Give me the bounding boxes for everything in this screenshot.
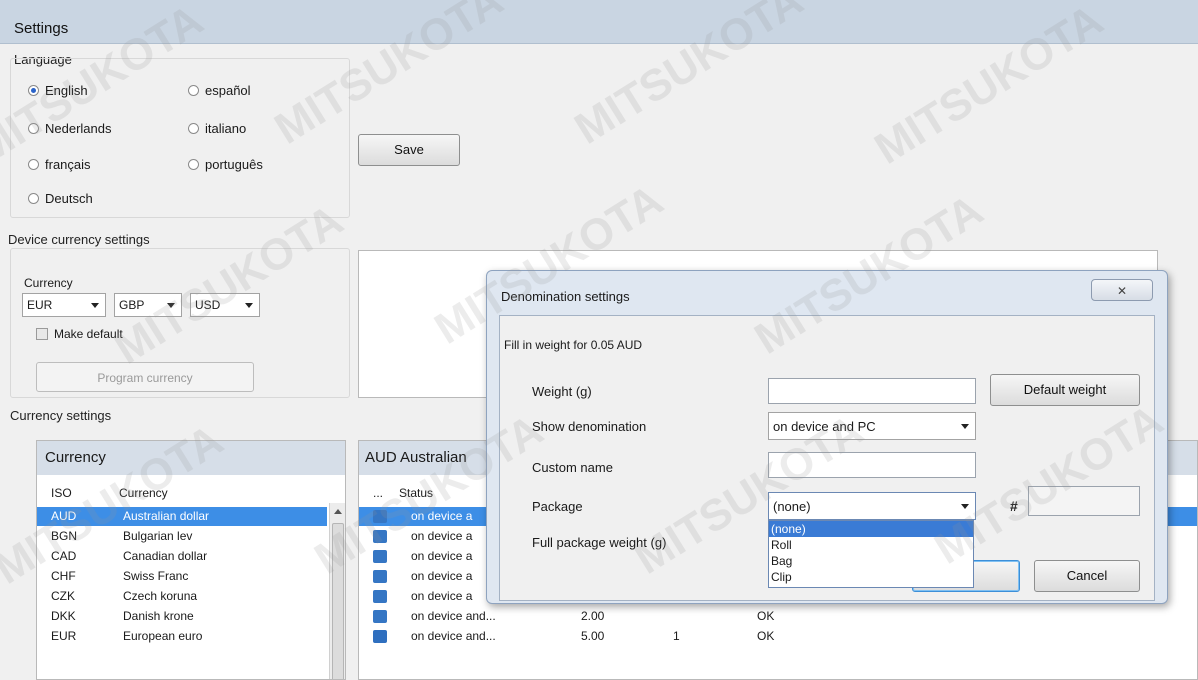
table-row[interactable]: CZK Czech koruna xyxy=(37,587,327,606)
col-more[interactable]: ... xyxy=(373,486,383,500)
scrollbar-thumb[interactable] xyxy=(332,523,344,679)
coin-stack-icon xyxy=(373,510,387,523)
currency-list: Currency ISO Currency AUD Australian dol… xyxy=(36,440,346,680)
dialog-close-button[interactable]: ✕ xyxy=(1091,279,1153,301)
radio-dot xyxy=(188,159,199,170)
radio-dot xyxy=(28,193,39,204)
chevron-down-icon xyxy=(91,303,99,308)
currency-list-header: Currency xyxy=(37,441,345,475)
dialog-content: Fill in weight for 0.05 AUD Weight (g) D… xyxy=(499,315,1155,601)
currency-combo-3[interactable]: USD xyxy=(190,293,260,317)
coin-stack-icon xyxy=(373,530,387,543)
dropdown-option[interactable]: Roll xyxy=(769,537,973,553)
radio-dot xyxy=(28,85,39,96)
table-row[interactable]: EUR European euro xyxy=(37,627,327,646)
radio-dot xyxy=(28,159,39,170)
radio-dot xyxy=(28,123,39,134)
dialog-instruction: Fill in weight for 0.05 AUD xyxy=(504,338,643,352)
denom-row[interactable]: on device and... 5.00 1 OK xyxy=(359,627,1197,646)
default-weight-button[interactable]: Default weight xyxy=(990,374,1140,406)
table-row[interactable]: DKK Danish krone xyxy=(37,607,327,626)
scroll-up-icon[interactable] xyxy=(334,509,342,514)
banknote-icon xyxy=(373,630,387,643)
currency-combo-1[interactable]: EUR xyxy=(22,293,106,317)
radio-deutsch[interactable]: Deutsch xyxy=(28,191,93,206)
col-currency[interactable]: Currency xyxy=(119,486,168,500)
radio-english[interactable]: English xyxy=(28,83,88,98)
col-status[interactable]: Status xyxy=(399,486,433,500)
dropdown-option[interactable]: (none) xyxy=(769,521,973,537)
package-dropdown-list: (none) Roll Bag Clip xyxy=(768,520,974,588)
dialog-title: Denomination settings xyxy=(501,289,630,304)
coin-stack-icon xyxy=(373,550,387,563)
chevron-down-icon xyxy=(167,303,175,308)
device-currency-label: Device currency settings xyxy=(8,232,150,247)
title-bar: Settings xyxy=(0,0,1198,44)
currency-combo-label: Currency xyxy=(24,276,73,290)
coin-stack-icon xyxy=(373,610,387,623)
denomination-settings-dialog: Denomination settings ✕ Fill in weight f… xyxy=(486,270,1168,604)
package-select[interactable]: (none) xyxy=(768,492,976,520)
custom-name-input[interactable] xyxy=(768,452,976,478)
show-denomination-select[interactable]: on device and PC xyxy=(768,412,976,440)
chevron-down-icon xyxy=(245,303,253,308)
package-label: Package xyxy=(532,499,583,514)
weight-label: Weight (g) xyxy=(532,384,592,399)
coin-stack-icon xyxy=(373,590,387,603)
radio-portugues[interactable]: português xyxy=(188,157,263,172)
show-denomination-label: Show denomination xyxy=(532,419,647,434)
table-row[interactable]: BGN Bulgarian lev xyxy=(37,527,327,546)
package-count-input[interactable] xyxy=(1028,486,1140,516)
program-currency-button[interactable]: Program currency xyxy=(36,362,254,392)
coin-stack-icon xyxy=(373,570,387,583)
make-default-checkbox[interactable]: Make default xyxy=(36,327,123,341)
dropdown-option[interactable]: Bag xyxy=(769,553,973,569)
denom-row[interactable]: on device and... 2.00 OK xyxy=(359,607,1197,626)
cancel-button[interactable]: Cancel xyxy=(1034,560,1140,592)
chevron-down-icon xyxy=(961,504,969,509)
radio-dot xyxy=(188,123,199,134)
radio-nederlands[interactable]: Nederlands xyxy=(28,121,112,136)
hash-label: # xyxy=(1010,498,1018,514)
full-package-weight-label: Full package weight (g) xyxy=(532,535,667,550)
radio-francais[interactable]: français xyxy=(28,157,91,172)
radio-italiano[interactable]: italiano xyxy=(188,121,246,136)
close-icon: ✕ xyxy=(1116,284,1128,298)
save-button[interactable]: Save xyxy=(358,134,460,166)
custom-name-label: Custom name xyxy=(532,460,613,475)
table-row[interactable]: AUD Australian dollar xyxy=(37,507,327,526)
table-row[interactable]: CHF Swiss Franc xyxy=(37,567,327,586)
currency-list-scrollbar[interactable] xyxy=(329,503,345,679)
currency-combo-2[interactable]: GBP xyxy=(114,293,182,317)
radio-espanol[interactable]: español xyxy=(188,83,251,98)
dropdown-option[interactable]: Clip xyxy=(769,569,973,585)
weight-input[interactable] xyxy=(768,378,976,404)
currency-settings-label: Currency settings xyxy=(10,408,112,423)
col-iso[interactable]: ISO xyxy=(51,486,72,500)
window-title: Settings xyxy=(14,20,69,37)
radio-dot xyxy=(188,85,199,96)
chevron-down-icon xyxy=(961,424,969,429)
table-row[interactable]: CAD Canadian dollar xyxy=(37,547,327,566)
checkbox-box xyxy=(36,328,48,340)
